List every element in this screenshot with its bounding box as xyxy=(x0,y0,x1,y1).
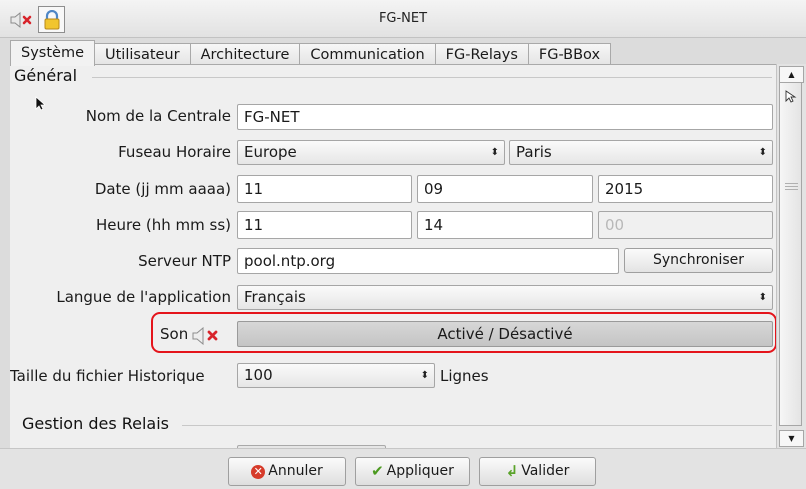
heure-label: Heure (hh mm ss) xyxy=(96,216,231,234)
vertical-scrollbar[interactable]: ▲ ▼ xyxy=(776,64,806,448)
historique-label: Taille du fichier Historique xyxy=(10,367,205,385)
son-label: Son xyxy=(160,325,189,343)
select-arrows-icon: ⬍ xyxy=(758,147,767,158)
date-day-input[interactable]: 11 xyxy=(237,175,412,203)
fuseau-horaire-label: Fuseau Horaire xyxy=(118,143,231,161)
select-arrows-icon: ⬍ xyxy=(758,292,767,303)
historique-value: 100 xyxy=(244,366,273,384)
appliquer-label: Appliquer xyxy=(386,463,454,479)
fuseau-city-value: Paris xyxy=(516,143,552,161)
title-bar: FG-NET xyxy=(0,0,806,38)
speaker-muted-icon xyxy=(192,326,220,349)
relais-section-divider xyxy=(182,425,772,426)
tab-fg-bbox[interactable]: FG-BBox xyxy=(527,43,612,66)
langue-select[interactable]: Français ⬍ xyxy=(237,285,773,310)
fuseau-city-select[interactable]: Paris ⬍ xyxy=(509,140,773,165)
scroll-grip-line xyxy=(785,183,798,184)
window-title: FG-NET xyxy=(378,11,428,26)
scroll-down-button[interactable]: ▼ xyxy=(779,430,804,447)
enter-arrow-icon: ↲ xyxy=(505,462,519,480)
langue-label: Langue de l'application xyxy=(56,288,231,306)
tab-architecture[interactable]: Architecture xyxy=(189,43,301,66)
historique-unit-label: Lignes xyxy=(440,367,489,385)
general-section-title: Général xyxy=(14,66,78,85)
heure-seconds-input: 00 xyxy=(598,211,773,239)
pointer-cursor-icon xyxy=(785,90,797,108)
scroll-grip-line xyxy=(785,186,798,187)
serveur-ntp-input[interactable]: pool.ntp.org xyxy=(237,248,619,274)
scroll-thumb[interactable] xyxy=(779,82,802,426)
tab-fg-relays[interactable]: FG-Relays xyxy=(434,43,529,66)
langue-value: Français xyxy=(244,288,306,306)
cancel-icon: ✕ xyxy=(251,464,266,479)
historique-select[interactable]: 100 ⬍ xyxy=(237,363,435,388)
valider-label: Valider xyxy=(521,463,570,479)
heure-minutes-input[interactable]: 14 xyxy=(417,211,593,239)
tab-communication[interactable]: Communication xyxy=(299,43,436,66)
mouse-cursor-icon xyxy=(35,96,47,115)
checkmark-icon: ✔ xyxy=(371,462,384,480)
serveur-ntp-label: Serveur NTP xyxy=(138,252,231,270)
date-label: Date (jj mm aaaa) xyxy=(94,180,231,198)
dialog-button-bar: ✕ Annuler ✔ Appliquer ↲ Valider xyxy=(0,448,806,489)
general-section-divider xyxy=(92,77,772,78)
annuler-button[interactable]: ✕ Annuler xyxy=(228,457,346,486)
valider-button[interactable]: ↲ Valider xyxy=(479,457,596,486)
heure-hours-input[interactable]: 11 xyxy=(237,211,412,239)
annuler-label: Annuler xyxy=(268,463,323,479)
scroll-grip-line xyxy=(785,189,798,190)
fuseau-region-value: Europe xyxy=(244,143,297,161)
scroll-up-button[interactable]: ▲ xyxy=(779,66,804,83)
tab-utilisateur[interactable]: Utilisateur xyxy=(94,43,191,66)
date-month-input[interactable]: 09 xyxy=(417,175,593,203)
nom-centrale-input[interactable]: FG-NET xyxy=(237,104,773,130)
date-year-input[interactable]: 2015 xyxy=(598,175,773,203)
appliquer-button[interactable]: ✔ Appliquer xyxy=(355,457,470,486)
fuseau-region-select[interactable]: Europe ⬍ xyxy=(237,140,505,165)
synchroniser-button[interactable]: Synchroniser xyxy=(624,248,773,273)
tab-bar: Système Utilisateur Architecture Communi… xyxy=(10,40,612,66)
systeme-panel: Général Nom de la Centrale FG-NET Fuseau… xyxy=(10,64,805,449)
relais-section-title: Gestion des Relais xyxy=(22,414,170,433)
tab-systeme[interactable]: Système xyxy=(10,40,95,66)
select-arrows-icon: ⬍ xyxy=(490,147,499,158)
son-toggle-button[interactable]: Activé / Désactivé xyxy=(237,321,773,347)
nom-centrale-label: Nom de la Centrale xyxy=(85,107,231,125)
select-arrows-icon: ⬍ xyxy=(420,370,429,381)
